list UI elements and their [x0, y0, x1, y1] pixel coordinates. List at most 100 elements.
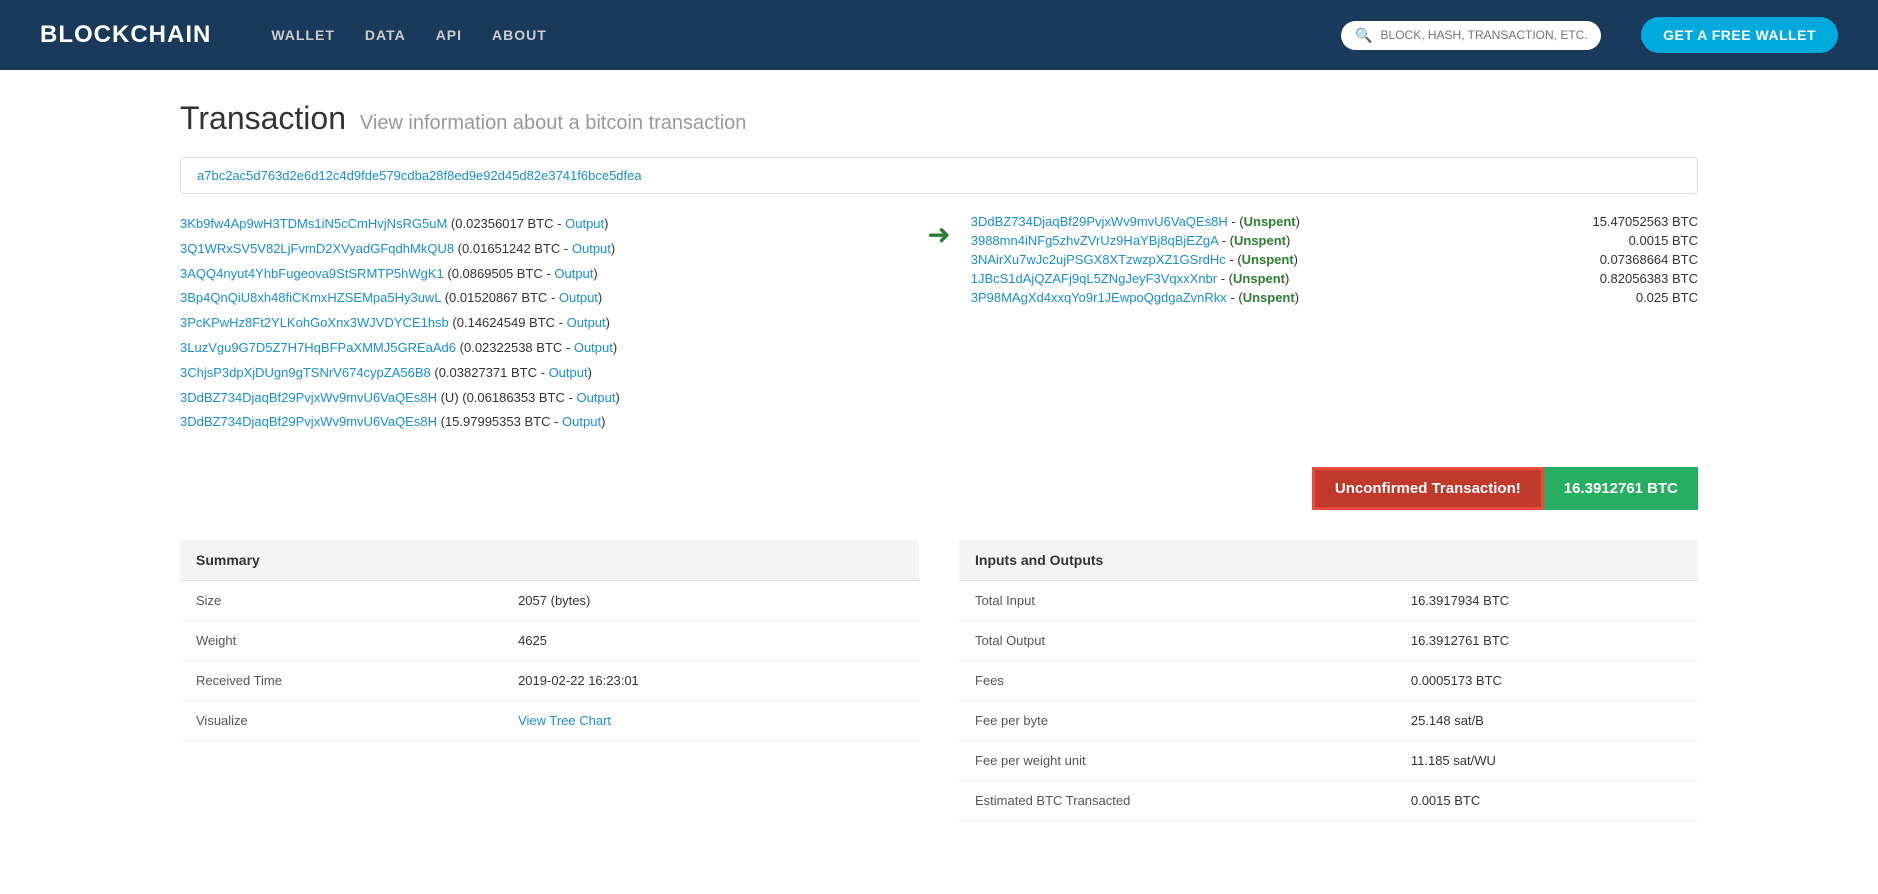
tx-body: 3Kb9fw4Ap9wH3TDMs1iN5cCmHvjNsRG5uM (0.02… — [180, 214, 1698, 437]
tx-input-row: 3ChjsP3dpXjDUgn9gTSNrV674cypZA56B8 (0.03… — [180, 363, 907, 384]
tx-hash[interactable]: a7bc2ac5d763d2e6d12c4d9fde579cdba28f8ed9… — [180, 157, 1698, 194]
input-label: Output — [576, 390, 615, 405]
input-address[interactable]: 3Kb9fw4Ap9wH3TDMs1iN5cCmHvjNsRG5uM — [180, 216, 447, 231]
input-address[interactable]: 3Q1WRxSV5V82LjFvmD2XVyadGFqdhMkQU8 — [180, 241, 454, 256]
summary-label: Weight — [180, 621, 502, 661]
total-btc-display: 16.3912761 BTC — [1544, 467, 1698, 510]
tx-arrow: ➜ — [927, 214, 950, 251]
nav-about[interactable]: ABOUT — [492, 27, 547, 43]
output-address[interactable]: 3988mn4iNFg5zhvZVrUz9HaYBj8qBjEZgA — [971, 233, 1218, 248]
tx-output-row: 3DdBZ734DjaqBf29PvjxWv9mvU6VaQEs8H - (Un… — [971, 214, 1698, 229]
output-amount: 0.025 BTC — [1538, 290, 1698, 305]
input-label: Output — [559, 290, 598, 305]
output-status: Unspent — [1243, 290, 1295, 305]
output-amount: 15.47052563 BTC — [1538, 214, 1698, 229]
input-label: Output — [574, 340, 613, 355]
io-label: Fees — [959, 661, 1395, 701]
io-row: Total Output16.3912761 BTC — [959, 621, 1698, 661]
tx-input-row: 3DdBZ734DjaqBf29PvjxWv9mvU6VaQEs8H (15.9… — [180, 412, 907, 433]
input-amount: 0.0869505 BTC — [452, 266, 543, 281]
output-address[interactable]: 3DdBZ734DjaqBf29PvjxWv9mvU6VaQEs8H — [971, 214, 1228, 229]
io-row: Fees0.0005173 BTC — [959, 661, 1698, 701]
site-logo[interactable]: BLOCKCHAIN — [40, 21, 211, 49]
output-address[interactable]: 3P98MAgXd4xxqYo9r1JEwpoQgdgaZvnRkx — [971, 290, 1227, 305]
input-amount: 0.01651242 BTC — [462, 241, 560, 256]
input-address[interactable]: 3AQQ4nyut4YhbFugeova9StSRMTP5hWgK1 — [180, 266, 444, 281]
tx-input-row: 3LuzVgu9G7D5Z7H7HqBFPaXMMJ5GREaAd6 (0.02… — [180, 338, 907, 359]
io-value: 11.185 sat/WU — [1395, 741, 1698, 781]
io-value: 0.0005173 BTC — [1395, 661, 1698, 701]
tx-input-row: 3Bp4QnQiU8xh48fiCKmxHZSEMpa5Hy3uwL (0.01… — [180, 288, 907, 309]
input-address[interactable]: 3DdBZ734DjaqBf29PvjxWv9mvU6VaQEs8H — [180, 390, 437, 405]
tx-outputs-list: 3DdBZ734DjaqBf29PvjxWv9mvU6VaQEs8H - (Un… — [971, 214, 1698, 309]
input-label: Output — [572, 241, 611, 256]
summary-value: 2019-02-22 16:23:01 — [502, 661, 919, 701]
nav-wallet[interactable]: WALLET — [271, 27, 335, 43]
output-status: Unspent — [1233, 271, 1285, 286]
input-address[interactable]: 3Bp4QnQiU8xh48fiCKmxHZSEMpa5Hy3uwL — [180, 290, 441, 305]
view-tree-chart-link[interactable]: View Tree Chart — [518, 713, 611, 728]
output-address[interactable]: 1JBcS1dAjQZAFj9qL5ZNgJeyF3VqxxXnbr — [971, 271, 1217, 286]
input-address[interactable]: 3LuzVgu9G7D5Z7H7HqBFPaXMMJ5GREaAd6 — [180, 340, 456, 355]
search-box[interactable]: 🔍 — [1341, 21, 1601, 50]
summary-value: 4625 — [502, 621, 919, 661]
inputs-outputs-table: Inputs and Outputs Total Input16.3917934… — [959, 540, 1698, 821]
summary-label: Received Time — [180, 661, 502, 701]
input-label: Output — [554, 266, 593, 281]
output-address[interactable]: 3NAirXu7wJc2ujPSGX8XTzwzpXZ1GSrdHc — [971, 252, 1226, 267]
io-row: Fee per byte25.148 sat/B — [959, 701, 1698, 741]
search-input[interactable] — [1381, 28, 1588, 42]
input-address[interactable]: 3ChjsP3dpXjDUgn9gTSNrV674cypZA56B8 — [180, 365, 431, 380]
summary-row: Visualize View Tree Chart — [180, 701, 919, 741]
nav-links: WALLET DATA API ABOUT — [271, 27, 1301, 43]
io-label: Total Output — [959, 621, 1395, 661]
summary-row: Weight4625 — [180, 621, 919, 661]
tx-output-row: 3P98MAgXd4xxqYo9r1JEwpoQgdgaZvnRkx - (Un… — [971, 290, 1698, 305]
search-icon: 🔍 — [1355, 27, 1372, 44]
summary-table: Summary Size2057 (bytes)Weight4625Receiv… — [180, 540, 919, 821]
io-value: 16.3917934 BTC — [1395, 581, 1698, 621]
navbar: BLOCKCHAIN WALLET DATA API ABOUT 🔍 GET A… — [0, 0, 1878, 70]
output-amount: 0.0015 BTC — [1538, 233, 1698, 248]
output-status: Unspent — [1242, 252, 1294, 267]
unconfirmed-button[interactable]: Unconfirmed Transaction! — [1312, 467, 1544, 510]
input-amount: 15.97995353 BTC — [445, 414, 551, 429]
page-title: Transaction — [180, 100, 346, 136]
main-content: Transaction View information about a bit… — [0, 70, 1878, 851]
tx-output-row: 3988mn4iNFg5zhvZVrUz9HaYBj8qBjEZgA - (Un… — [971, 233, 1698, 248]
input-amount: 0.06186353 BTC — [467, 390, 565, 405]
page-title-area: Transaction View information about a bit… — [180, 100, 1698, 137]
input-label: Output — [567, 315, 606, 330]
tx-input-row: 3DdBZ734DjaqBf29PvjxWv9mvU6VaQEs8H (U) (… — [180, 388, 907, 409]
summary-label: Visualize — [180, 701, 502, 741]
input-address[interactable]: 3DdBZ734DjaqBf29PvjxWv9mvU6VaQEs8H — [180, 414, 437, 429]
output-status: Unspent — [1234, 233, 1286, 248]
input-address[interactable]: 3PcKPwHz8Ft2YLKohGoXnx3WJVDYCE1hsb — [180, 315, 449, 330]
input-amount: 0.01520867 BTC — [449, 290, 547, 305]
io-label: Estimated BTC Transacted — [959, 781, 1395, 821]
get-wallet-button[interactable]: GET A FREE WALLET — [1641, 17, 1838, 53]
io-row: Estimated BTC Transacted0.0015 BTC — [959, 781, 1698, 821]
summary-value: 2057 (bytes) — [502, 581, 919, 621]
tx-bottom-row: Unconfirmed Transaction! 16.3912761 BTC — [180, 467, 1698, 510]
io-row: Total Input16.3917934 BTC — [959, 581, 1698, 621]
output-status: Unspent — [1244, 214, 1296, 229]
io-label: Total Input — [959, 581, 1395, 621]
input-amount: 0.03827371 BTC — [439, 365, 537, 380]
io-title: Inputs and Outputs — [959, 540, 1698, 581]
tx-output-row: 1JBcS1dAjQZAFj9qL5ZNgJeyF3VqxxXnbr - (Un… — [971, 271, 1698, 286]
page-subtitle: View information about a bitcoin transac… — [360, 112, 747, 134]
tx-inputs-list: 3Kb9fw4Ap9wH3TDMs1iN5cCmHvjNsRG5uM (0.02… — [180, 214, 907, 437]
io-label: Fee per byte — [959, 701, 1395, 741]
io-value: 25.148 sat/B — [1395, 701, 1698, 741]
nav-data[interactable]: DATA — [365, 27, 406, 43]
summary-value[interactable]: View Tree Chart — [502, 701, 919, 741]
input-amount: 0.02356017 BTC — [455, 216, 553, 231]
tx-input-row: 3Kb9fw4Ap9wH3TDMs1iN5cCmHvjNsRG5uM (0.02… — [180, 214, 907, 235]
nav-api[interactable]: API — [436, 27, 462, 43]
io-value: 0.0015 BTC — [1395, 781, 1698, 821]
input-amount: 0.02322538 BTC — [464, 340, 562, 355]
io-value: 16.3912761 BTC — [1395, 621, 1698, 661]
io-row: Fee per weight unit11.185 sat/WU — [959, 741, 1698, 781]
tables-row: Summary Size2057 (bytes)Weight4625Receiv… — [180, 540, 1698, 821]
